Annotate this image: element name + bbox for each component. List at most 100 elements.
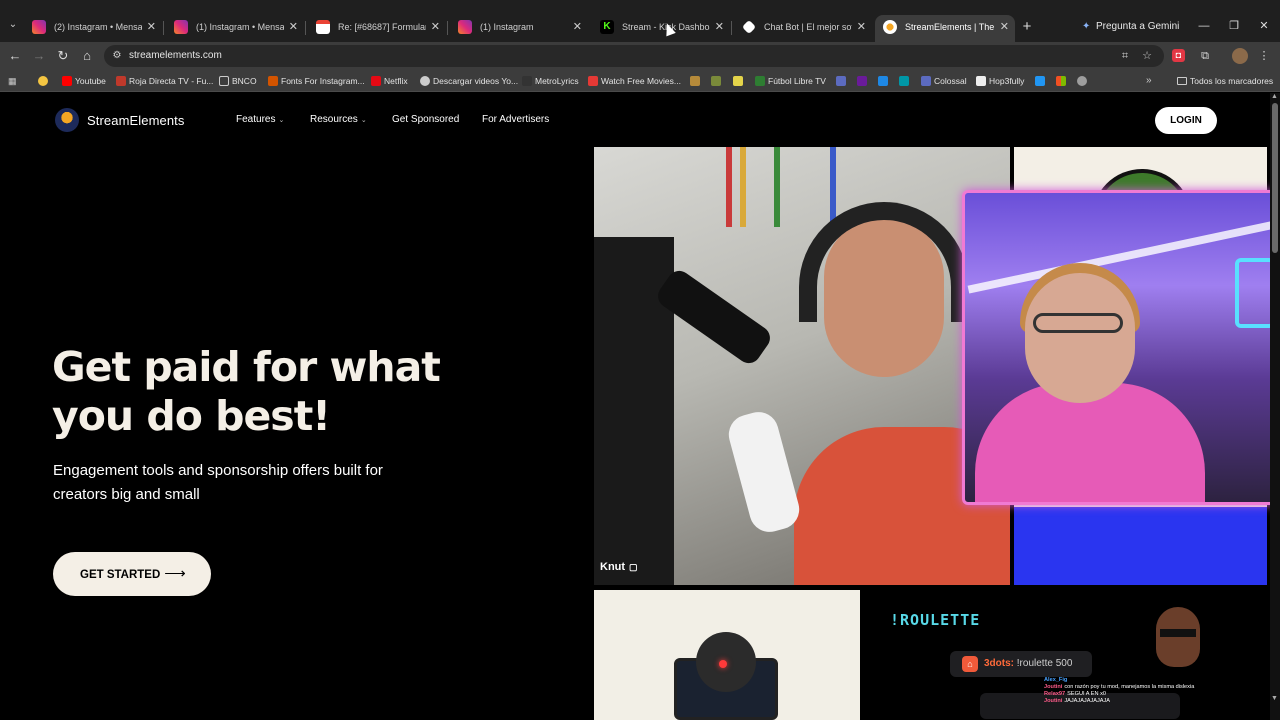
extension-icon[interactable]: ◘: [1172, 49, 1185, 62]
close-tab-icon[interactable]: ✕: [431, 15, 440, 39]
scrollbar-thumb[interactable]: [1272, 103, 1278, 253]
translate-icon[interactable]: ⌗: [1118, 49, 1132, 63]
medal-ribbon-image: [830, 147, 836, 227]
close-tab-icon[interactable]: ✕: [1000, 15, 1009, 39]
bookmark-netflix[interactable]: Netflix: [371, 73, 408, 89]
all-bookmarks-folder[interactable]: Todos los marcadores: [1177, 73, 1273, 89]
bookmark-descargar-videos[interactable]: Descargar videos Yo...: [420, 73, 518, 89]
back-arrow-icon[interactable]: ←: [6, 47, 24, 65]
bookmark-icon-7[interactable]: [1035, 76, 1045, 86]
bookmark-youtube[interactable]: Youtube: [62, 73, 106, 89]
bookmark-hop3fully[interactable]: Hop3fully: [976, 73, 1024, 89]
bookmark-futbol-libre[interactable]: Fútbol Libre TV: [755, 73, 826, 89]
bookmark-icon-5[interactable]: [878, 76, 888, 86]
tab-divider: [305, 21, 306, 35]
minimize-window-icon[interactable]: —: [1194, 16, 1214, 36]
home-icon[interactable]: ⌂: [78, 47, 96, 65]
page-scrollbar[interactable]: ▲ ▼: [1270, 93, 1280, 720]
browser-tab-bar: ⌄ (2) Instagram • Mensajes ✕ (1) Instagr…: [0, 0, 1280, 42]
bookmark-icon-6[interactable]: [899, 76, 909, 86]
netflix-icon: [371, 76, 381, 86]
bookmark-watch-free-movies[interactable]: Watch Free Movies...: [588, 73, 681, 89]
extensions-puzzle-icon[interactable]: ⧉: [1197, 48, 1213, 64]
apps-grid-icon[interactable]: ▦: [8, 76, 18, 86]
chat-message: Joutini con razón poy tu mod, manejamos l…: [1044, 684, 1195, 690]
chatbot-icon: [741, 19, 757, 35]
emoji-bookmark-icon[interactable]: [38, 76, 48, 86]
address-bar[interactable]: ⚙ streamelements.com ⌗ ☆: [104, 45, 1164, 67]
bookmark-icon-4[interactable]: [836, 76, 846, 86]
medal-ribbon-image: [740, 147, 746, 227]
microsoft-icon[interactable]: [1056, 76, 1066, 86]
nav-features[interactable]: Features ⌄: [236, 114, 284, 125]
webpage-viewport: StreamElements Features ⌄ Resources ⌄ Get …: [0, 93, 1280, 720]
browser-menu-icon[interactable]: ⋮: [1256, 48, 1272, 64]
chat-message: Joutini JAJAJAJAJAJAJA: [1044, 698, 1111, 704]
roulette-command-title: !ROULETTE: [890, 611, 981, 629]
gmail-icon: [316, 20, 330, 34]
tab-gmail[interactable]: Re: [#68687] Formulario de ✕: [308, 15, 446, 42]
hero-subtitle: Engagement tools and sponsorship offers …: [53, 462, 383, 503]
tab-instagram-messages-2[interactable]: (2) Instagram • Mensajes ✕: [24, 15, 162, 42]
gemini-sparkle-icon: ✦: [1082, 21, 1091, 32]
chevron-down-icon: ⌄: [360, 117, 367, 124]
futbol-libre-icon: [755, 76, 765, 86]
nav-for-advertisers[interactable]: For Advertisers: [482, 114, 549, 125]
bookmark-fonts-instagram[interactable]: Fonts For Instagram...: [268, 73, 365, 89]
tab-instagram-messages-1[interactable]: (1) Instagram • Mensajes ✕: [166, 15, 304, 42]
restore-window-icon[interactable]: ❐: [1224, 16, 1244, 36]
nav-get-sponsored[interactable]: Get Sponsored: [392, 114, 459, 125]
colossal-icon: [921, 76, 931, 86]
webcam-overlay-streamer: [962, 190, 1276, 505]
tab-kick-dashboard[interactable]: K Stream - Kick Dashboard ✕: [592, 15, 730, 42]
url-text[interactable]: streamelements.com: [129, 45, 222, 67]
arrow-right-icon: ⟶: [164, 565, 186, 582]
bookmark-star-icon[interactable]: ☆: [1140, 49, 1154, 63]
close-tab-icon[interactable]: ✕: [147, 15, 156, 39]
yahoo-icon[interactable]: [857, 76, 867, 86]
bookmark-bnco[interactable]: BNCO: [219, 73, 257, 89]
scroll-up-icon[interactable]: ▲: [1271, 93, 1278, 100]
bookmark-icon-8[interactable]: [1077, 76, 1087, 86]
bookmark-metrolyrics[interactable]: MetroLyrics: [522, 73, 579, 89]
nav-resources[interactable]: Resources ⌄: [310, 114, 367, 125]
movies-icon: [588, 76, 598, 86]
bookmark-icon-1[interactable]: [690, 76, 700, 86]
tab-search-dropdown[interactable]: ⌄: [4, 16, 22, 34]
close-window-icon[interactable]: ✕: [1254, 16, 1274, 36]
bookmark-roja-directa[interactable]: Roja Directa TV - Fu...: [116, 73, 213, 89]
reload-icon[interactable]: ↻: [54, 47, 72, 65]
forward-arrow-icon[interactable]: →: [30, 47, 48, 65]
blue-block-image: [1014, 507, 1267, 585]
chat-message: Relax97 SEGUI A EN x0: [1044, 691, 1107, 697]
streamer-video-knut: Knut ▢: [594, 147, 1010, 585]
hero-title: Get paid for what you do best!: [52, 343, 441, 440]
more-bookmarks-chevron-icon[interactable]: »: [1146, 76, 1156, 86]
new-tab-button[interactable]: +: [1018, 18, 1036, 36]
profile-avatar[interactable]: [1232, 48, 1248, 64]
login-button[interactable]: LOGIN: [1155, 107, 1217, 134]
close-tab-icon[interactable]: ✕: [573, 15, 582, 39]
instagram-icon: [32, 20, 46, 34]
bookmark-icon-2[interactable]: [711, 76, 721, 86]
bookmark-colossal[interactable]: Colossal: [921, 73, 967, 89]
get-started-button[interactable]: GET STARTED ⟶: [53, 552, 211, 596]
instagram-icon: [174, 20, 188, 34]
headphones-image: [799, 202, 969, 322]
ask-gemini-button[interactable]: ✦ Pregunta a Gemini: [1080, 15, 1179, 39]
folder-icon: [1177, 77, 1187, 85]
tab-streamelements[interactable]: StreamElements | The Ulti ✕: [875, 15, 1015, 42]
tab-instagram[interactable]: (1) Instagram ✕: [450, 15, 588, 42]
close-tab-icon[interactable]: ✕: [289, 15, 298, 39]
streamelements-logo[interactable]: StreamElements: [55, 107, 185, 133]
tab-chat-bot[interactable]: Chat Bot | El mejor softwa ✕: [734, 15, 872, 42]
kick-icon: K: [600, 20, 614, 34]
chevron-down-icon: ⌄: [278, 117, 285, 124]
shaker-bottle-image: [724, 407, 804, 537]
close-tab-icon[interactable]: ✕: [715, 15, 724, 39]
medal-ribbon-image: [774, 147, 780, 227]
bookmark-icon-3[interactable]: [733, 76, 743, 86]
close-tab-icon[interactable]: ✕: [857, 15, 866, 39]
scroll-down-icon[interactable]: ▼: [1271, 695, 1278, 702]
site-info-icon[interactable]: ⚙: [110, 49, 124, 63]
